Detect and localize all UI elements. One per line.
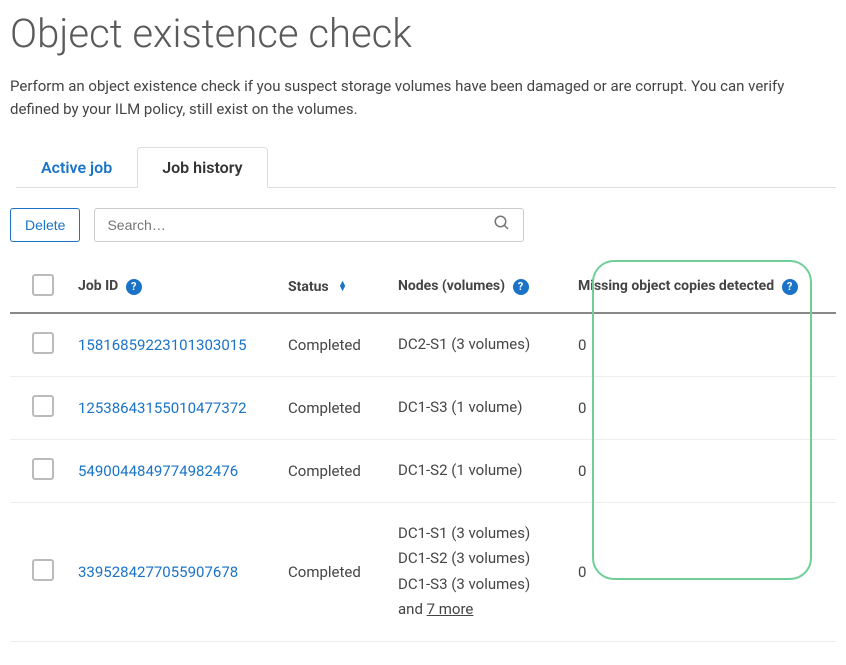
page-title: Object existence check — [10, 10, 836, 57]
nodes-more: and 7 more — [398, 597, 562, 623]
col-status-label: Status — [288, 279, 329, 295]
table-row: 3395284277055907678CompletedDC1-S1 (3 vo… — [10, 502, 836, 641]
search-field-wrap — [94, 208, 524, 242]
toolbar: Delete — [10, 188, 836, 254]
tabs: Active job Job history — [16, 146, 836, 188]
job-id-link[interactable]: 12538643155010477372 — [78, 399, 247, 417]
node-entry: DC1-S3 (1 volume) — [398, 395, 562, 421]
nodes-cell: DC1-S3 (1 volume) — [398, 395, 562, 421]
missing-cell: 0 — [570, 313, 836, 377]
status-cell: Completed — [280, 376, 390, 439]
missing-cell: 0 — [570, 439, 836, 502]
table-row: 15816859223101303015 Completed DC2-S1 (3 v… — [10, 313, 836, 377]
job-history-table: Job ID ? Status ▲▼ Nodes (volumes) ? Mis… — [10, 260, 836, 642]
node-entry: DC1-S2 (3 volumes) — [398, 546, 562, 572]
node-entry: DC1-S2 (1 volume) — [398, 458, 562, 484]
tab-active-job[interactable]: Active job — [16, 147, 137, 188]
status-cell: Completed — [280, 439, 390, 502]
row-checkbox[interactable] — [32, 395, 54, 417]
node-entry: DC1-S1 (3 volumes) — [398, 521, 562, 547]
sort-icon[interactable]: ▲▼ — [338, 282, 347, 292]
node-entry: DC2-S1 (3 volumes) — [398, 332, 562, 358]
job-id-link[interactable]: 3395284277055907678 — [78, 563, 238, 581]
help-icon[interactable]: ? — [782, 279, 798, 295]
search-icon[interactable] — [481, 214, 523, 236]
help-icon[interactable]: ? — [126, 279, 142, 295]
job-id-link[interactable]: 15816859223101303015 — [78, 336, 247, 354]
table-row: 12538643155010477372 Completed DC1-S3 (1 v… — [10, 376, 836, 439]
col-job-id-label: Job ID — [78, 278, 118, 294]
nodes-cell: DC2-S1 (3 volumes) — [398, 332, 562, 358]
row-checkbox[interactable] — [32, 332, 54, 354]
page-description: Perform an object existence check if you… — [10, 75, 836, 122]
missing-cell: 0 — [570, 376, 836, 439]
table-row: 5490044849774982476 Completed DC1-S2 (1 vo… — [10, 439, 836, 502]
search-input[interactable] — [95, 209, 481, 241]
node-entry: DC1-S3 (3 volumes) — [398, 572, 562, 598]
nodes-cell: DC1-S2 (1 volume) — [398, 458, 562, 484]
status-cell: Completed — [280, 313, 390, 377]
missing-cell: 0 — [570, 502, 836, 641]
col-missing-label: Missing object copies detected — [578, 278, 774, 294]
help-icon[interactable]: ? — [513, 279, 529, 295]
row-checkbox[interactable] — [32, 458, 54, 480]
status-cell: Completed — [280, 502, 390, 641]
nodes-cell: DC1-S1 (3 volumes)DC1-S2 (3 volumes)DC1-… — [398, 521, 562, 623]
select-all-checkbox[interactable] — [32, 274, 54, 296]
job-id-link[interactable]: 5490044849774982476 — [78, 462, 238, 480]
more-link[interactable]: 7 more — [427, 600, 474, 618]
col-nodes-label: Nodes (volumes) — [398, 278, 505, 294]
delete-button[interactable]: Delete — [10, 208, 80, 242]
row-checkbox[interactable] — [32, 559, 54, 581]
tab-job-history[interactable]: Job history — [137, 147, 267, 188]
